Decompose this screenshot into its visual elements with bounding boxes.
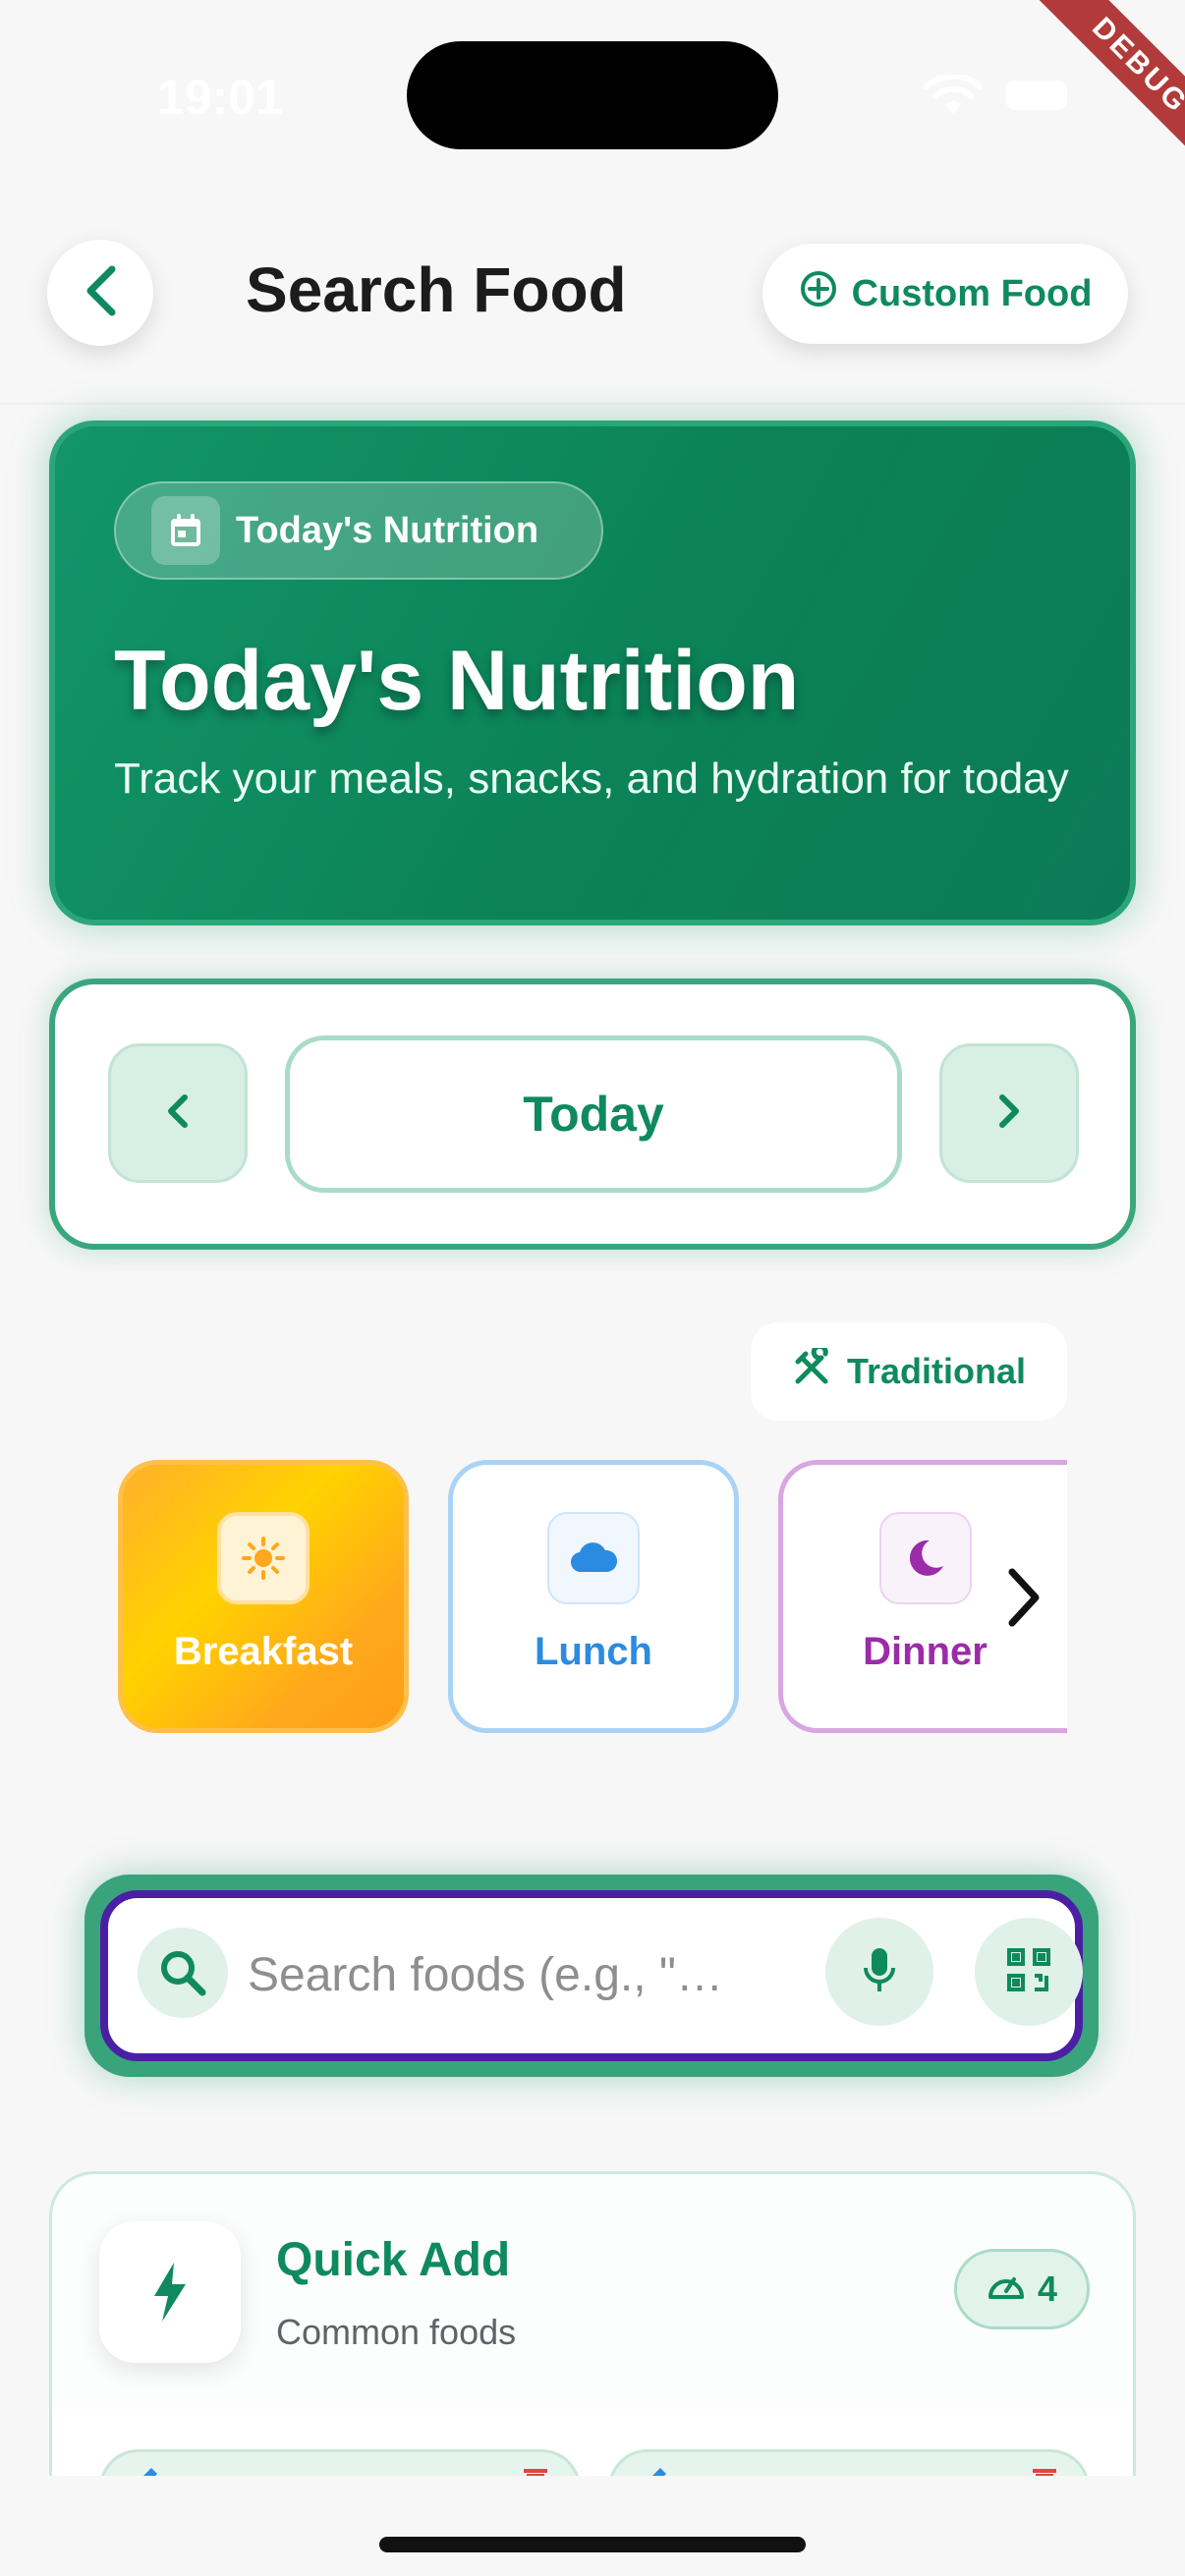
quick-add-title: Quick Add (276, 2234, 511, 2286)
cloud-icon (547, 1512, 640, 1604)
status-time: 19:01 (157, 70, 283, 125)
meal-card-lunch[interactable]: Lunch (448, 1460, 739, 1733)
voice-search-button[interactable] (825, 1918, 933, 2026)
search-container (85, 1875, 1099, 2077)
chevron-right-icon[interactable] (1000, 1562, 1047, 1638)
bottom-safe-area (0, 2476, 1185, 2576)
sun-icon (217, 1512, 310, 1604)
header-divider (0, 403, 1185, 405)
lightning-icon (99, 2221, 241, 2363)
chevron-left-icon (79, 263, 122, 323)
chevron-left-icon (163, 1092, 193, 1136)
microphone-icon (860, 1944, 899, 2000)
back-button[interactable] (47, 240, 153, 346)
meal-label: Breakfast (173, 1630, 354, 1673)
moon-icon (878, 1512, 972, 1604)
quick-add-count: 4 (1037, 2268, 1058, 2309)
date-navigator: Today (49, 979, 1136, 1250)
custom-food-label: Custom Food (851, 272, 1093, 314)
quick-add-subtitle: Common foods (276, 2312, 517, 2352)
meal-card-breakfast[interactable]: Breakfast (118, 1460, 409, 1733)
home-indicator[interactable] (379, 2537, 806, 2552)
barcode-scan-button[interactable] (975, 1918, 1083, 2026)
page-title: Search Food (246, 254, 627, 325)
current-date-button[interactable]: Today (285, 1036, 902, 1193)
search-bar (100, 1890, 1083, 2061)
hero-subtitle: Track your meals, snacks, and hydration … (114, 755, 1069, 803)
meal-style-label: Traditional (846, 1351, 1027, 1391)
add-circle-icon (799, 269, 838, 318)
previous-day-button[interactable] (108, 1043, 248, 1183)
calendar-icon (151, 496, 220, 565)
chevron-right-icon (994, 1092, 1024, 1136)
search-icon (138, 1928, 228, 2018)
utensils-icon (792, 1343, 831, 1396)
nutrition-hero-card: Today's Nutrition Today's Nutrition Trac… (49, 420, 1136, 925)
battery-icon (1006, 81, 1067, 110)
meal-label: Lunch (535, 1630, 652, 1673)
dynamic-island (407, 41, 778, 149)
qr-code-icon (1003, 1944, 1054, 2000)
hero-title: Today's Nutrition (114, 634, 800, 728)
meal-label: Dinner (863, 1630, 988, 1673)
custom-food-button[interactable]: Custom Food (762, 244, 1128, 344)
meal-style-toggle[interactable]: Traditional (751, 1322, 1067, 1421)
wifi-icon (924, 73, 983, 121)
quick-add-count-badge: 4 (954, 2249, 1090, 2329)
speedometer-icon (987, 2268, 1026, 2312)
hero-badge-label: Today's Nutrition (236, 509, 539, 551)
next-day-button[interactable] (939, 1043, 1079, 1183)
hero-badge: Today's Nutrition (114, 481, 603, 580)
search-input[interactable] (248, 1928, 798, 2022)
